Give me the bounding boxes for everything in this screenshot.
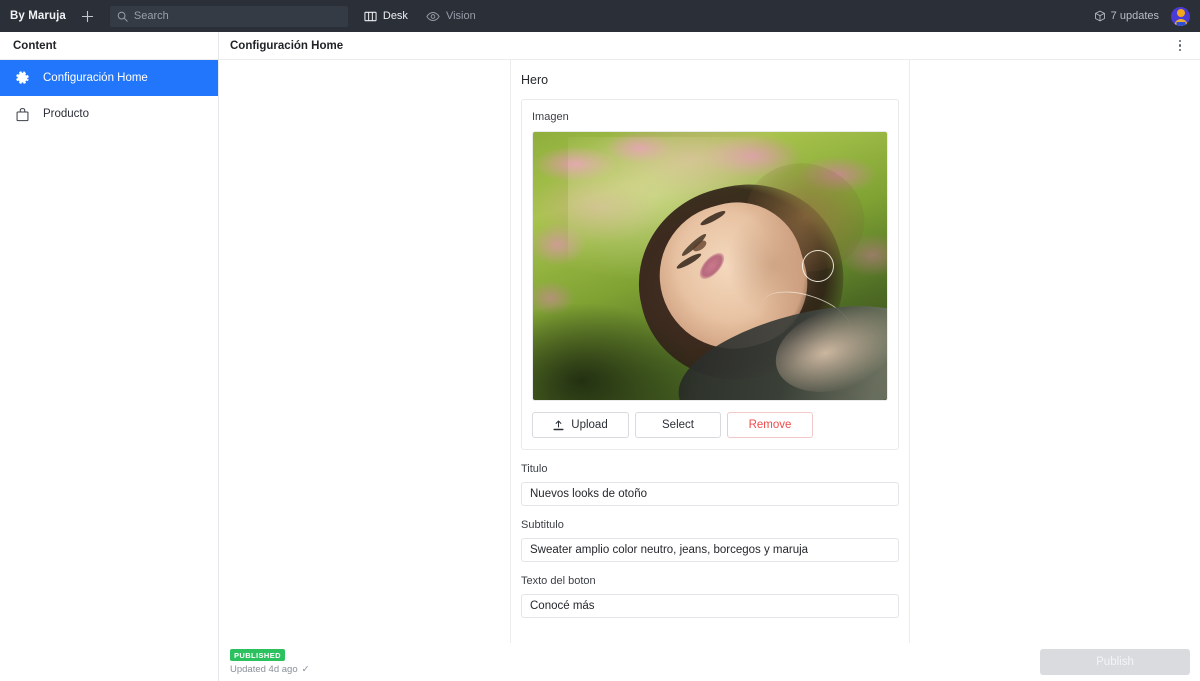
gear-icon bbox=[13, 70, 31, 86]
document-header: Configuración Home bbox=[219, 32, 1200, 60]
kebab-dot bbox=[1178, 44, 1182, 47]
search-placeholder: Search bbox=[133, 10, 169, 22]
sidebar-header: Content bbox=[0, 32, 218, 60]
status-block: PUBLISHED Updated 4d ago ✓ bbox=[230, 649, 310, 675]
field-texto-del-boton: Texto del boton bbox=[511, 562, 909, 618]
kebab-dot bbox=[1178, 39, 1182, 43]
grass-shadow bbox=[533, 303, 696, 400]
texto-del-boton-input[interactable] bbox=[521, 594, 899, 618]
image-actions: Upload Select Remove bbox=[522, 412, 898, 449]
upload-button-label: Upload bbox=[571, 419, 608, 431]
avatar[interactable] bbox=[1171, 6, 1190, 26]
updated-text-row: Updated 4d ago ✓ bbox=[230, 664, 310, 675]
eye-icon bbox=[426, 11, 440, 21]
image-field-card: Imagen Upload Select Remove bbox=[521, 99, 899, 450]
publish-button[interactable]: Publish bbox=[1040, 649, 1190, 675]
document-right-gutter bbox=[910, 60, 1200, 680]
avatar-shirt bbox=[1176, 21, 1185, 26]
field-titulo: Titulo bbox=[511, 450, 909, 506]
select-button-label: Select bbox=[662, 419, 694, 431]
brand-title: By Maruja bbox=[10, 10, 66, 22]
top-bar-right: 7 updates bbox=[1094, 6, 1192, 26]
remove-button[interactable]: Remove bbox=[727, 412, 813, 438]
image-field-label: Imagen bbox=[532, 111, 569, 123]
nav-item-vision[interactable]: Vision bbox=[426, 10, 476, 23]
top-bar: By Maruja Search Desk Vision 7 updates bbox=[0, 0, 1200, 32]
field-titulo-label: Titulo bbox=[521, 463, 548, 475]
select-button[interactable]: Select bbox=[635, 412, 721, 438]
kebab-dot bbox=[1178, 48, 1182, 52]
updates-label: 7 updates bbox=[1110, 10, 1159, 22]
panels-icon bbox=[364, 11, 377, 21]
field-subtitulo-label: Subtitulo bbox=[521, 519, 564, 531]
kebab-menu-icon[interactable] bbox=[1169, 35, 1191, 57]
sidebar-item-label: Producto bbox=[43, 108, 90, 120]
field-subtitulo: Subtitulo bbox=[511, 506, 909, 562]
remove-button-label: Remove bbox=[748, 419, 792, 431]
sidebar-item-label: Configuración Home bbox=[43, 72, 148, 84]
package-icon bbox=[1094, 10, 1105, 22]
nav-item-desk-label: Desk bbox=[382, 10, 408, 22]
top-nav: Desk Vision bbox=[364, 10, 476, 23]
upload-button[interactable]: Upload bbox=[532, 412, 629, 438]
section-title-hero: Hero bbox=[521, 73, 549, 87]
document-body: Hero Imagen Upload Select Remove Titulo … bbox=[219, 60, 1200, 681]
bag-icon bbox=[13, 107, 31, 122]
nav-item-desk[interactable]: Desk bbox=[364, 10, 408, 23]
document-left-gutter bbox=[219, 60, 511, 680]
main-area: Content Configuración Home Producto Conf… bbox=[0, 32, 1200, 681]
upload-icon bbox=[553, 420, 564, 430]
page-title: Configuración Home bbox=[230, 39, 344, 52]
status-badge: PUBLISHED bbox=[230, 649, 285, 661]
hero-image bbox=[533, 132, 887, 400]
search-icon bbox=[117, 11, 128, 22]
plus-icon bbox=[82, 10, 94, 22]
check-icon: ✓ bbox=[301, 664, 310, 675]
titulo-input[interactable] bbox=[521, 482, 899, 506]
sidebar: Content Configuración Home Producto bbox=[0, 32, 219, 681]
form-pane: Hero Imagen Upload Select Remove Titulo … bbox=[511, 60, 910, 680]
sidebar-item-producto[interactable]: Producto bbox=[0, 96, 218, 132]
sidebar-item-configuracion-home[interactable]: Configuración Home bbox=[0, 60, 218, 96]
add-new-button[interactable] bbox=[76, 4, 100, 28]
search-input[interactable]: Search bbox=[109, 5, 348, 27]
nav-item-vision-label: Vision bbox=[445, 10, 476, 22]
updates-button[interactable]: 7 updates bbox=[1094, 10, 1159, 22]
footer-bar: PUBLISHED Updated 4d ago ✓ Publish bbox=[219, 643, 1200, 681]
avatar-head bbox=[1176, 9, 1185, 17]
subtitulo-input[interactable] bbox=[521, 538, 899, 562]
document-pane: Configuración Home Hero Imagen Upload Se… bbox=[219, 32, 1200, 681]
field-texto-del-boton-label: Texto del boton bbox=[521, 575, 596, 587]
updated-text: Updated 4d ago bbox=[230, 664, 298, 675]
image-preview-box[interactable] bbox=[532, 131, 888, 401]
